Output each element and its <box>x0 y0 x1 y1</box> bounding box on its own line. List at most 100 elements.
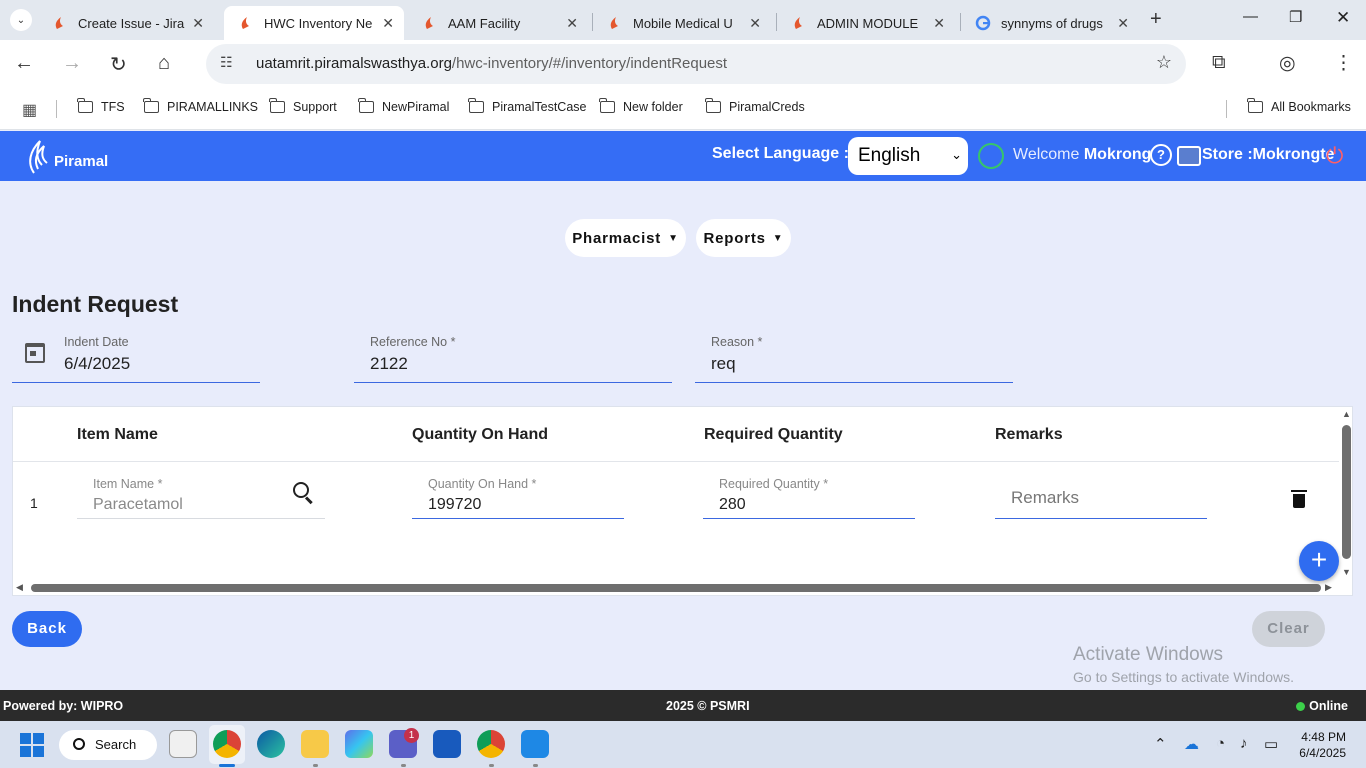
tab-hwc-inventory[interactable]: HWC Inventory Ne ✕ <box>224 6 404 40</box>
bookmark-star-icon[interactable]: ☆ <box>1156 52 1172 73</box>
scroll-up-icon[interactable]: ▲ <box>1342 409 1351 419</box>
m365-icon[interactable] <box>345 730 373 758</box>
close-tab-icon[interactable]: ✕ <box>382 15 394 32</box>
select-language-label: Select Language : <box>712 145 849 162</box>
scroll-thumb[interactable] <box>31 584 1321 592</box>
taskbar-search[interactable]: Search <box>59 730 157 760</box>
required-quantity-label: Required Quantity * <box>719 477 829 491</box>
indent-date-field[interactable]: Indent Date 6/4/2025 <box>12 333 260 383</box>
tab-synonyms[interactable]: synnyms of drugs ✕ <box>961 6 1139 40</box>
new-tab-icon[interactable]: + <box>1150 8 1162 31</box>
volume-icon[interactable]: ♪ <box>1240 735 1248 752</box>
minimize-icon[interactable]: — <box>1243 8 1258 25</box>
restore-icon[interactable]: ❐ <box>1289 8 1302 26</box>
close-tab-icon[interactable]: ✕ <box>749 15 761 32</box>
tab-create-issue[interactable]: Create Issue - Jira ✕ <box>38 6 214 40</box>
bookmark-label: PiramalTestCase <box>492 100 587 114</box>
online-dot-icon <box>1296 701 1306 711</box>
active-app-indicator <box>219 764 235 767</box>
running-indicator <box>533 764 538 767</box>
forward-arrow-icon[interactable]: → <box>62 52 82 75</box>
scroll-right-icon[interactable]: ▶ <box>1325 582 1332 593</box>
scroll-thumb[interactable] <box>1342 425 1351 559</box>
delete-trash-icon[interactable] <box>1291 490 1307 508</box>
language-select[interactable]: English ⌄ <box>848 137 968 175</box>
home-icon[interactable]: ⌂ <box>158 52 170 75</box>
activate-windows-title: Activate Windows <box>1073 644 1223 665</box>
apps-grid-icon[interactable]: ▦ <box>22 100 37 120</box>
wifi-icon[interactable]: ◔ <box>1216 735 1225 752</box>
bookmark-tfs[interactable]: TFS <box>77 98 125 114</box>
folder-icon <box>705 98 721 113</box>
search-icon[interactable] <box>293 482 309 498</box>
tab-mobile-medical[interactable]: Mobile Medical U ✕ <box>593 6 771 40</box>
taskbar-clock[interactable]: 4:48 PM 6/4/2025 <box>1299 729 1346 761</box>
close-tab-icon[interactable]: ✕ <box>933 15 945 32</box>
close-window-icon[interactable]: ✕ <box>1336 8 1350 28</box>
edge-icon[interactable] <box>257 730 285 758</box>
remarks-input[interactable]: Remarks <box>995 469 1207 519</box>
profile-icon[interactable]: ◎ <box>1279 52 1296 75</box>
scroll-down-icon[interactable]: ▼ <box>1342 567 1351 577</box>
clear-button[interactable]: Clear <box>1252 611 1325 647</box>
piramal-favicon-icon <box>794 17 802 29</box>
reports-menu-button[interactable]: Reports ▼ <box>696 219 791 257</box>
tab-admin-module[interactable]: ADMIN MODULE ✕ <box>777 6 955 40</box>
all-bookmarks[interactable]: All Bookmarks <box>1247 98 1351 114</box>
horizontal-scrollbar[interactable]: ◀ ▶ <box>13 581 1339 595</box>
browser-toolbar: ← → ↻ ⌂ ☷ uatamrit.piramalswasthya.org/h… <box>0 40 1366 88</box>
tab-title: synnyms of drugs <box>1001 15 1103 31</box>
running-indicator <box>489 764 494 767</box>
bookmark-new-folder[interactable]: New folder <box>599 98 683 114</box>
tab-search-icon[interactable]: ⌄ <box>10 9 32 31</box>
battery-icon[interactable]: ▭ <box>1264 735 1278 753</box>
windows-start-icon[interactable] <box>20 733 44 757</box>
bookmark-piramaltestcase[interactable]: PiramalTestCase <box>468 98 587 114</box>
store-app-icon[interactable] <box>169 730 197 758</box>
welcome-prefix: Welcome <box>1013 146 1084 163</box>
reload-icon[interactable]: ↻ <box>110 52 127 77</box>
word-icon[interactable] <box>433 730 461 758</box>
indent-date-value: 6/4/2025 <box>64 354 131 373</box>
notepad-icon[interactable] <box>521 730 549 758</box>
chrome-icon[interactable] <box>477 730 505 758</box>
chrome-icon[interactable] <box>213 730 241 758</box>
reason-field[interactable]: Reason * req <box>695 333 1013 383</box>
piramal-logo[interactable]: Piramal <box>26 139 108 175</box>
item-name-input[interactable]: Item Name * Paracetamol <box>77 469 325 519</box>
site-info-icon[interactable]: ☷ <box>220 54 233 71</box>
close-tab-icon[interactable]: ✕ <box>566 15 578 32</box>
remarks-placeholder: Remarks <box>1011 488 1080 507</box>
back-arrow-icon[interactable]: ← <box>14 52 34 75</box>
bookmark-newpiramal[interactable]: NewPiramal <box>358 98 449 114</box>
close-tab-icon[interactable]: ✕ <box>1117 15 1129 32</box>
extensions-icon[interactable]: ⧉ <box>1212 52 1226 74</box>
pharmacist-menu-button[interactable]: Pharmacist ▼ <box>565 219 686 257</box>
quantity-on-hand-input[interactable]: Quantity On Hand * 199720 <box>412 469 624 519</box>
scroll-left-icon[interactable]: ◀ <box>16 582 23 593</box>
tab-aam-facility[interactable]: AAM Facility ✕ <box>408 6 588 40</box>
logout-power-icon[interactable]: ⏻ <box>1326 143 1343 169</box>
chevron-up-icon[interactable]: ⌃ <box>1154 735 1167 753</box>
powered-by-text: Powered by: WIPRO <box>3 699 124 713</box>
close-tab-icon[interactable]: ✕ <box>192 15 204 32</box>
browser-menu-icon[interactable]: ⋮ <box>1334 52 1353 75</box>
file-explorer-icon[interactable] <box>301 730 329 758</box>
help-icon[interactable]: ? <box>1150 144 1172 166</box>
add-row-button[interactable]: + <box>1299 541 1339 581</box>
reference-no-field[interactable]: Reference No * 2122 <box>354 333 672 383</box>
required-quantity-input[interactable]: Required Quantity * 280 <box>703 469 915 519</box>
quantity-on-hand-label: Quantity On Hand * <box>428 477 537 491</box>
bookmark-piramallinks[interactable]: PIRAMALLINKS <box>143 98 258 114</box>
back-button[interactable]: Back <box>12 611 82 647</box>
onedrive-cloud-icon[interactable]: ☁ <box>1184 735 1199 753</box>
folder-icon <box>1247 98 1263 113</box>
calendar-icon[interactable] <box>25 343 45 363</box>
bookmark-piramalcreds[interactable]: PiramalCreds <box>705 98 805 114</box>
column-header-remarks: Remarks <box>995 426 1063 443</box>
bookmark-support[interactable]: Support <box>269 98 337 114</box>
reference-no-value: 2122 <box>370 354 408 373</box>
item-name-label: Item Name * <box>93 477 163 491</box>
address-bar[interactable]: ☷ uatamrit.piramalswasthya.org/hwc-inven… <box>206 44 1186 84</box>
vertical-scrollbar[interactable]: ▲ ▼ <box>1341 407 1353 579</box>
